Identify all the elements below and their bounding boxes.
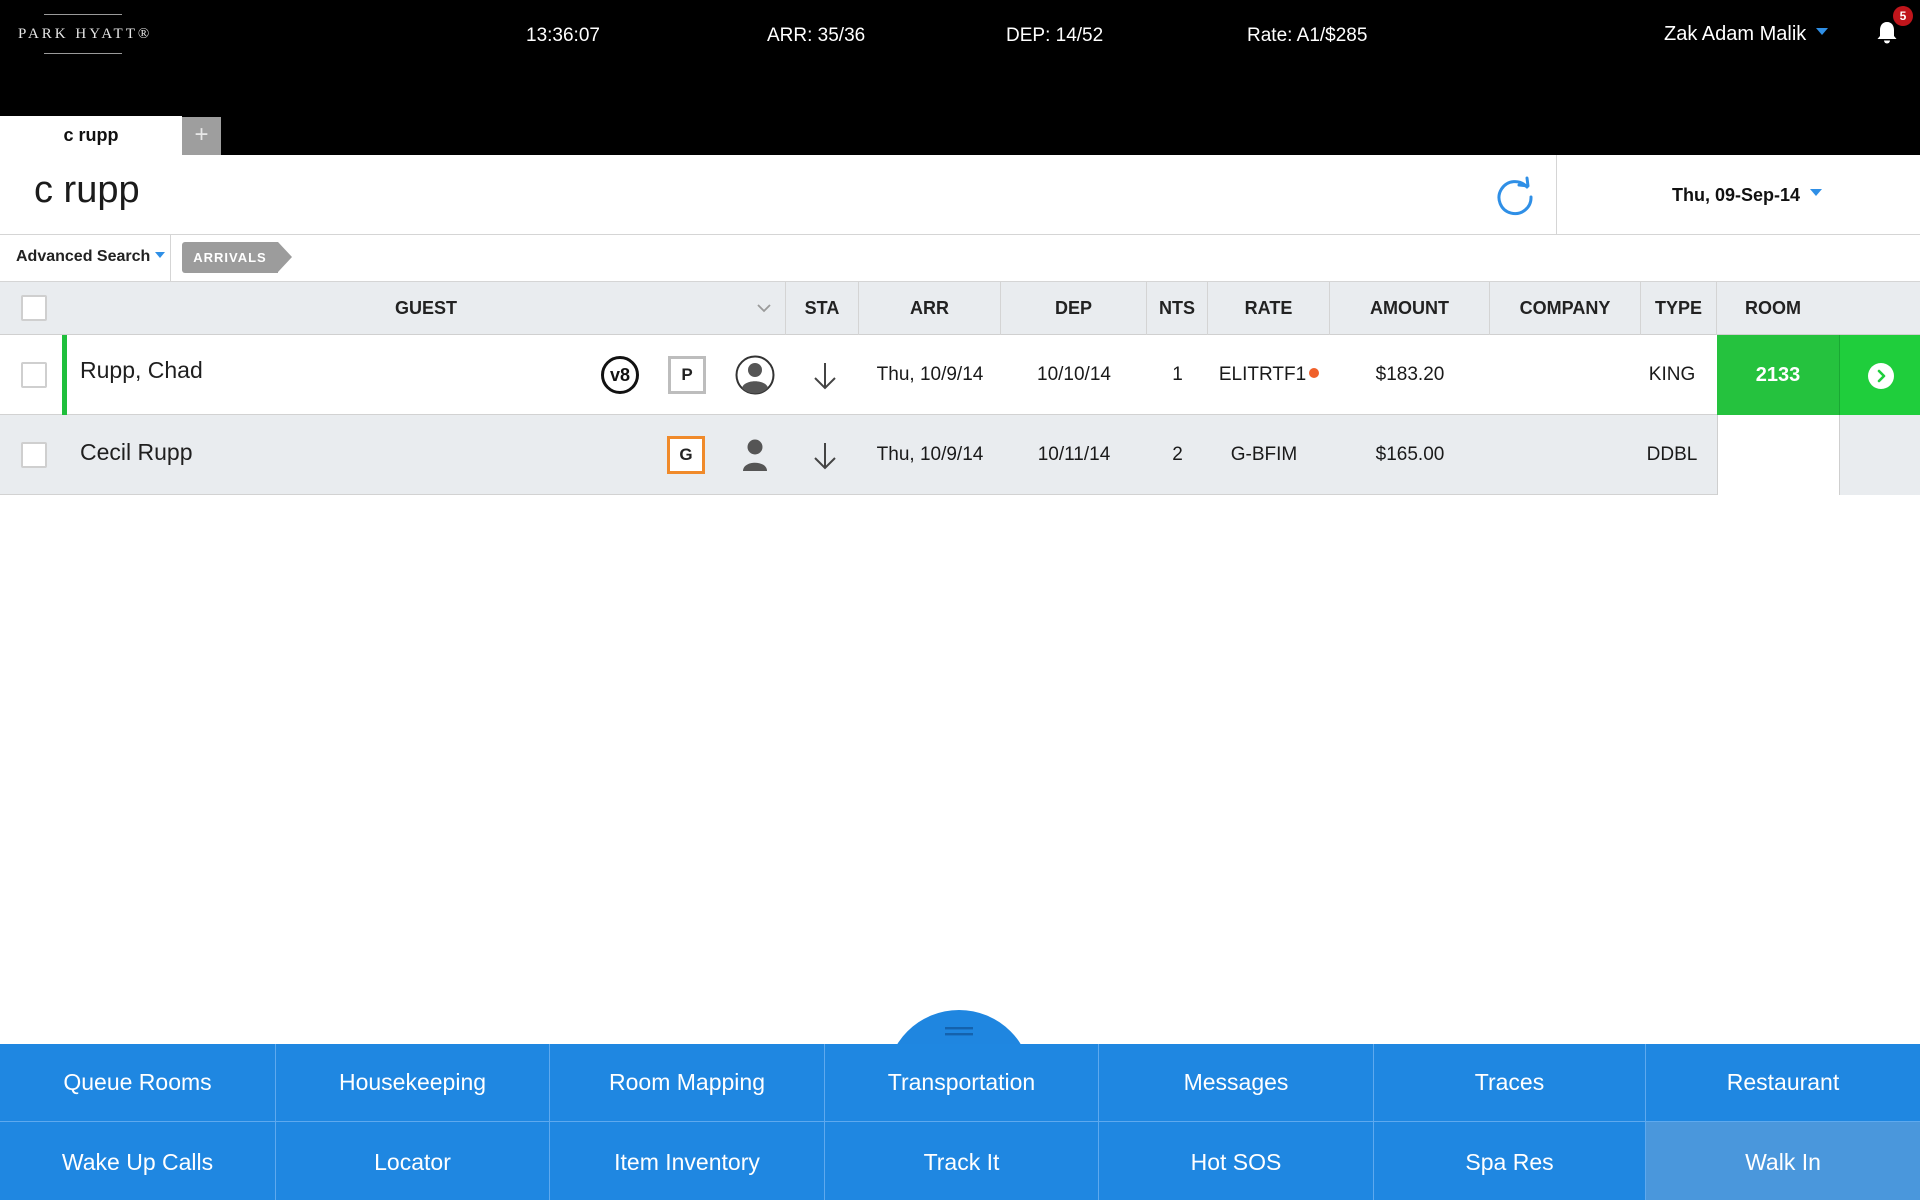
arrow-down-icon — [814, 363, 836, 390]
amount: $183.20 — [1375, 364, 1445, 385]
column-header-amount[interactable]: AMOUNT — [1330, 282, 1490, 335]
chevron-down-icon — [155, 252, 166, 258]
guest-profile-icon[interactable] — [735, 355, 775, 395]
arrow-down-icon — [814, 443, 836, 470]
advanced-search-dropdown[interactable]: Advanced Search — [16, 248, 166, 266]
logo-rule-top — [44, 14, 122, 15]
column-header-type[interactable]: TYPE — [1641, 282, 1717, 335]
open-reservation-button[interactable] — [1839, 415, 1920, 495]
filter-row: Advanced Search ARRIVALS — [0, 235, 1920, 281]
arrivals-filter-chip[interactable]: ARRIVALS — [182, 242, 294, 273]
column-header-arr[interactable]: ARR — [859, 282, 1001, 335]
table-header: GUEST STA ARR DEP NTS RATE AMOUNT COMPAN… — [0, 281, 1920, 335]
date-selector[interactable]: Thu, 09-Sep-14 — [1672, 185, 1823, 206]
menu-lines-icon — [945, 1027, 973, 1036]
column-header-sta[interactable]: STA — [786, 282, 859, 335]
guest-name[interactable]: Rupp, Chad — [80, 357, 203, 384]
arr-date: Thu, 10/9/14 — [876, 364, 984, 385]
restaurant-button[interactable]: Restaurant — [1646, 1044, 1920, 1122]
messages-button[interactable]: Messages — [1099, 1044, 1374, 1122]
rate-code: G-BFIM — [1230, 444, 1298, 465]
search-title-row: c rupp Thu, 09-Sep-14 — [0, 155, 1920, 235]
user-menu[interactable]: Zak Adam Malik — [1664, 23, 1829, 46]
divider — [170, 235, 171, 281]
queue-rooms-button[interactable]: Queue Rooms — [0, 1044, 276, 1122]
date-value: Thu, 09-Sep-14 — [1672, 185, 1801, 205]
column-header-guest[interactable]: GUEST — [67, 282, 786, 335]
column-header-company[interactable]: COMPANY — [1490, 282, 1641, 335]
divider — [1556, 155, 1557, 234]
chevron-down-icon — [1816, 28, 1829, 35]
top-header: PARK HYATT® 13:36:07 ARR: 35/36 DEP: 14/… — [0, 0, 1920, 155]
table-row[interactable]: Rupp, Chad v8 P Thu, 10/9/14 10/10/14 1 … — [0, 335, 1920, 415]
row-checkbox[interactable] — [21, 362, 47, 388]
select-all-checkbox[interactable] — [21, 295, 47, 321]
room-number[interactable]: 2133 — [1717, 335, 1839, 415]
guest-profile-icon[interactable] — [735, 435, 775, 475]
arr-date: Thu, 10/9/14 — [876, 444, 984, 465]
transportation-button[interactable]: Transportation — [825, 1044, 1099, 1122]
chip-label: ARRIVALS — [182, 242, 278, 273]
clock: 13:36:07 — [526, 25, 600, 46]
user-name: Zak Adam Malik — [1664, 23, 1807, 45]
bell-icon[interactable] — [1876, 20, 1898, 44]
tab-c-rupp[interactable]: c rupp — [0, 116, 182, 155]
item-inventory-button[interactable]: Item Inventory — [550, 1122, 825, 1200]
chevron-right-circle-icon — [1868, 363, 1894, 389]
chevron-down-icon[interactable] — [756, 300, 772, 316]
dep-date: 10/11/14 — [1037, 444, 1111, 465]
hot-sos-button[interactable]: Hot SOS — [1099, 1122, 1374, 1200]
notification-badge: 5 — [1893, 6, 1913, 26]
track-it-button[interactable]: Track It — [825, 1122, 1099, 1200]
profile-badge: P — [668, 356, 706, 394]
rate-cell: ELITRTF1 — [1208, 335, 1330, 415]
arrivals-count: ARR: 35/36 — [767, 25, 866, 46]
chip-arrow — [278, 242, 292, 272]
advanced-search-label: Advanced Search — [16, 248, 151, 265]
guest-name[interactable]: Cecil Rupp — [80, 439, 193, 466]
add-tab-button[interactable]: + — [182, 117, 221, 155]
logo-rule-bottom — [44, 53, 122, 54]
departures-count: DEP: 14/52 — [1006, 25, 1104, 46]
row-checkbox[interactable] — [21, 442, 47, 468]
rate-summary: Rate: A1/$285 — [1247, 25, 1368, 46]
spa-res-button[interactable]: Spa Res — [1374, 1122, 1646, 1200]
traces-button[interactable]: Traces — [1374, 1044, 1646, 1122]
amount: $165.00 — [1375, 444, 1445, 465]
nights: 2 — [1172, 444, 1183, 465]
membership-badge: v8 — [601, 356, 639, 394]
rate-code: ELITRTF1 — [1218, 364, 1307, 385]
room-mapping-button[interactable]: Room Mapping — [550, 1044, 825, 1122]
company — [1490, 415, 1641, 495]
nights: 1 — [1172, 364, 1183, 385]
column-header-dep[interactable]: DEP — [1001, 282, 1147, 335]
walk-in-button[interactable]: Walk In — [1646, 1122, 1920, 1200]
locator-button[interactable]: Locator — [276, 1122, 550, 1200]
open-reservation-button[interactable] — [1839, 335, 1920, 415]
column-header-nts[interactable]: NTS — [1147, 282, 1208, 335]
rate-alert-dot — [1309, 368, 1320, 378]
column-header-rate[interactable]: RATE — [1208, 282, 1330, 335]
refresh-icon[interactable] — [1494, 175, 1536, 217]
wake-up-calls-button[interactable]: Wake Up Calls — [0, 1122, 276, 1200]
chevron-down-icon — [1810, 189, 1823, 196]
row-status-accent — [62, 335, 67, 415]
action-grid: Queue Rooms Housekeeping Room Mapping Tr… — [0, 1044, 1920, 1200]
table-row[interactable]: Cecil Rupp G Thu, 10/9/14 10/11/14 2 G-B… — [0, 415, 1920, 495]
park-hyatt-logo: PARK HYATT® — [18, 12, 178, 56]
column-header-room[interactable]: ROOM — [1717, 282, 1829, 335]
logo-text: PARK HYATT® — [18, 26, 153, 42]
company — [1490, 335, 1641, 415]
room-type: KING — [1648, 364, 1696, 385]
housekeeping-button[interactable]: Housekeeping — [276, 1044, 550, 1122]
room-type: DDBL — [1646, 444, 1698, 465]
dep-date: 10/10/14 — [1037, 364, 1111, 385]
page-title: c rupp — [34, 169, 140, 211]
room-number[interactable] — [1717, 415, 1839, 495]
group-badge: G — [667, 436, 705, 474]
